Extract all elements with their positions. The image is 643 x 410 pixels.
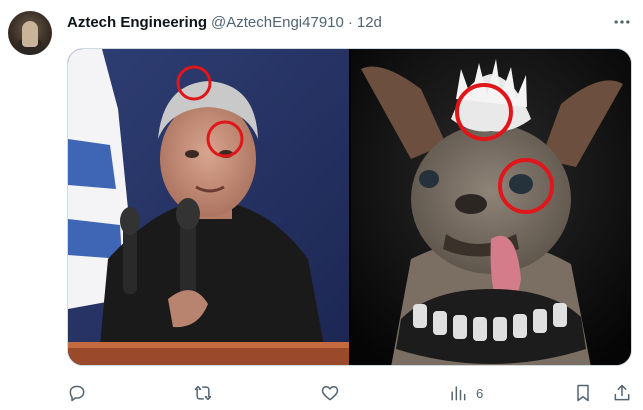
- share-button[interactable]: [612, 378, 632, 408]
- separator-dot: ·: [347, 13, 353, 31]
- tweet-timestamp[interactable]: 12d: [357, 14, 382, 31]
- like-icon: [321, 386, 339, 401]
- reply-button[interactable]: [67, 378, 87, 408]
- author-handle[interactable]: @AztechEngi47910: [211, 14, 344, 31]
- share-icon: [614, 384, 630, 401]
- reply-icon: [69, 385, 85, 402]
- author-display-name[interactable]: Aztech Engineering: [67, 14, 207, 31]
- more-horizontal-icon[interactable]: [612, 12, 632, 32]
- media-image-left[interactable]: [68, 49, 349, 366]
- bookmark-button[interactable]: [573, 378, 593, 408]
- repost-button[interactable]: [193, 378, 213, 408]
- views-button[interactable]: 6: [448, 378, 483, 408]
- repost-icon: [194, 385, 212, 401]
- views-icon: [451, 386, 466, 401]
- media-image-right[interactable]: [351, 49, 632, 366]
- tweet-action-bar: 6: [0, 378, 643, 408]
- bookmark-icon: [577, 384, 589, 402]
- like-button[interactable]: [320, 378, 340, 408]
- tweet-avatar[interactable]: [8, 11, 52, 55]
- views-count: 6: [476, 385, 484, 401]
- tweet-header: Aztech Engineering @AztechEngi47910 · 12…: [67, 12, 382, 32]
- tweet-media[interactable]: [67, 48, 632, 366]
